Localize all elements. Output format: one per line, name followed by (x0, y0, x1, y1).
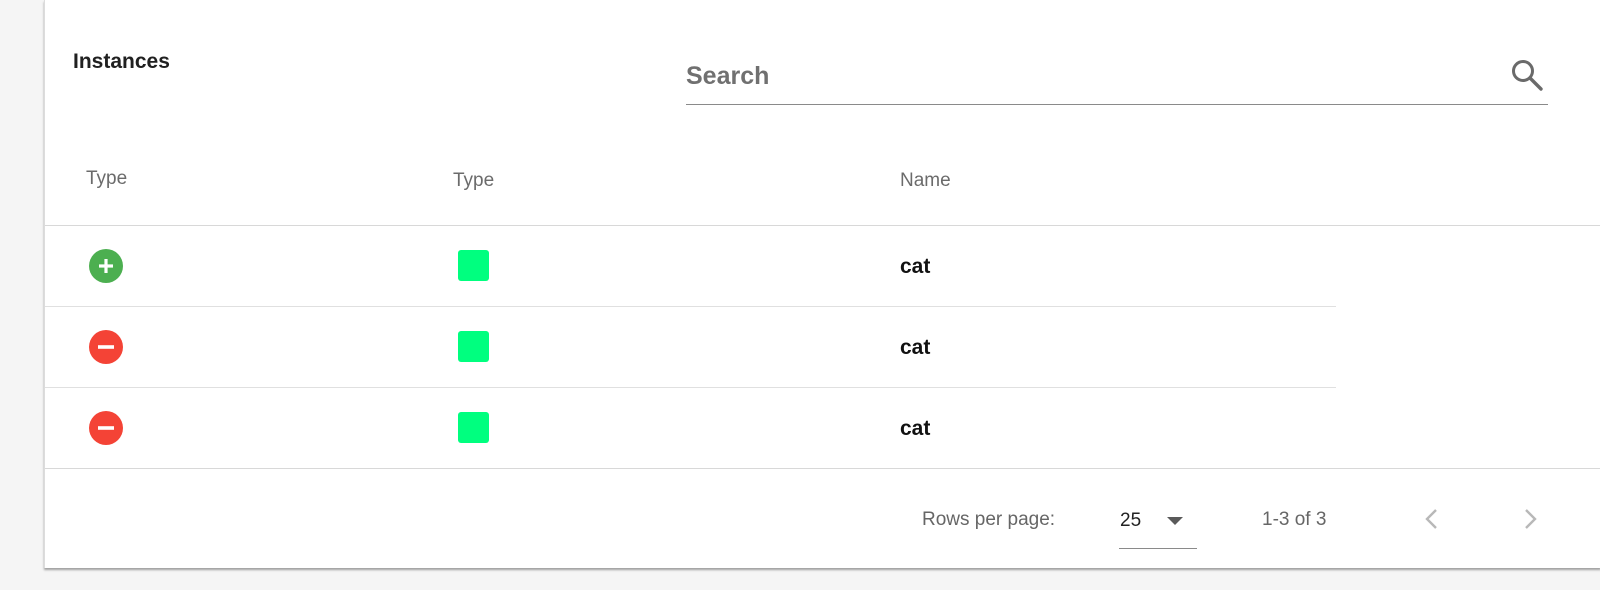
table-row[interactable]: cat (45, 226, 1600, 307)
search-icon[interactable] (1510, 58, 1544, 92)
previous-page-button[interactable] (1417, 504, 1447, 534)
rows-per-page-label: Rows per page: (922, 509, 1056, 530)
pagination-range: 1-3 of 3 (1262, 509, 1327, 530)
chevron-left-icon (1425, 509, 1437, 529)
color-swatch (458, 412, 489, 443)
rows-per-page-value: 25 (1120, 510, 1142, 531)
caret-down-icon (1167, 517, 1183, 525)
remove-circle-icon (89, 330, 123, 364)
table-row[interactable]: cat (45, 388, 1600, 469)
table-row[interactable]: cat (45, 307, 1600, 388)
next-page-button[interactable] (1515, 504, 1545, 534)
page-title: Instances (73, 50, 170, 73)
remove-circle-icon (89, 411, 123, 445)
chevron-right-icon (1525, 509, 1537, 529)
color-swatch (458, 250, 489, 281)
column-header-status-type[interactable]: Type (86, 168, 127, 190)
table-pagination: Rows per page: 25 1-3 of 3 (45, 470, 1600, 568)
page: Instances Type Type Name catcatcat Rows (0, 0, 1600, 590)
instances-card: Instances Type Type Name catcatcat Rows (44, 0, 1600, 568)
table-body: cat cat cat (45, 226, 1600, 469)
search-field[interactable] (686, 52, 1548, 105)
instances-table: Type Type Name cat cat cat (45, 130, 1600, 469)
column-header-color-type[interactable]: Type (453, 170, 494, 192)
instance-name: cat (900, 417, 931, 440)
instance-name: cat (900, 336, 931, 359)
rows-per-page-select[interactable]: 25 (1119, 500, 1197, 549)
row-divider (45, 468, 1600, 469)
table-header: Type Type Name (45, 130, 1600, 226)
search-input[interactable] (686, 56, 1486, 96)
column-header-name[interactable]: Name (900, 170, 951, 192)
instance-name: cat (900, 255, 931, 278)
toolbar: Instances (45, 0, 1600, 130)
color-swatch (458, 331, 489, 362)
add-circle-icon (89, 249, 123, 283)
